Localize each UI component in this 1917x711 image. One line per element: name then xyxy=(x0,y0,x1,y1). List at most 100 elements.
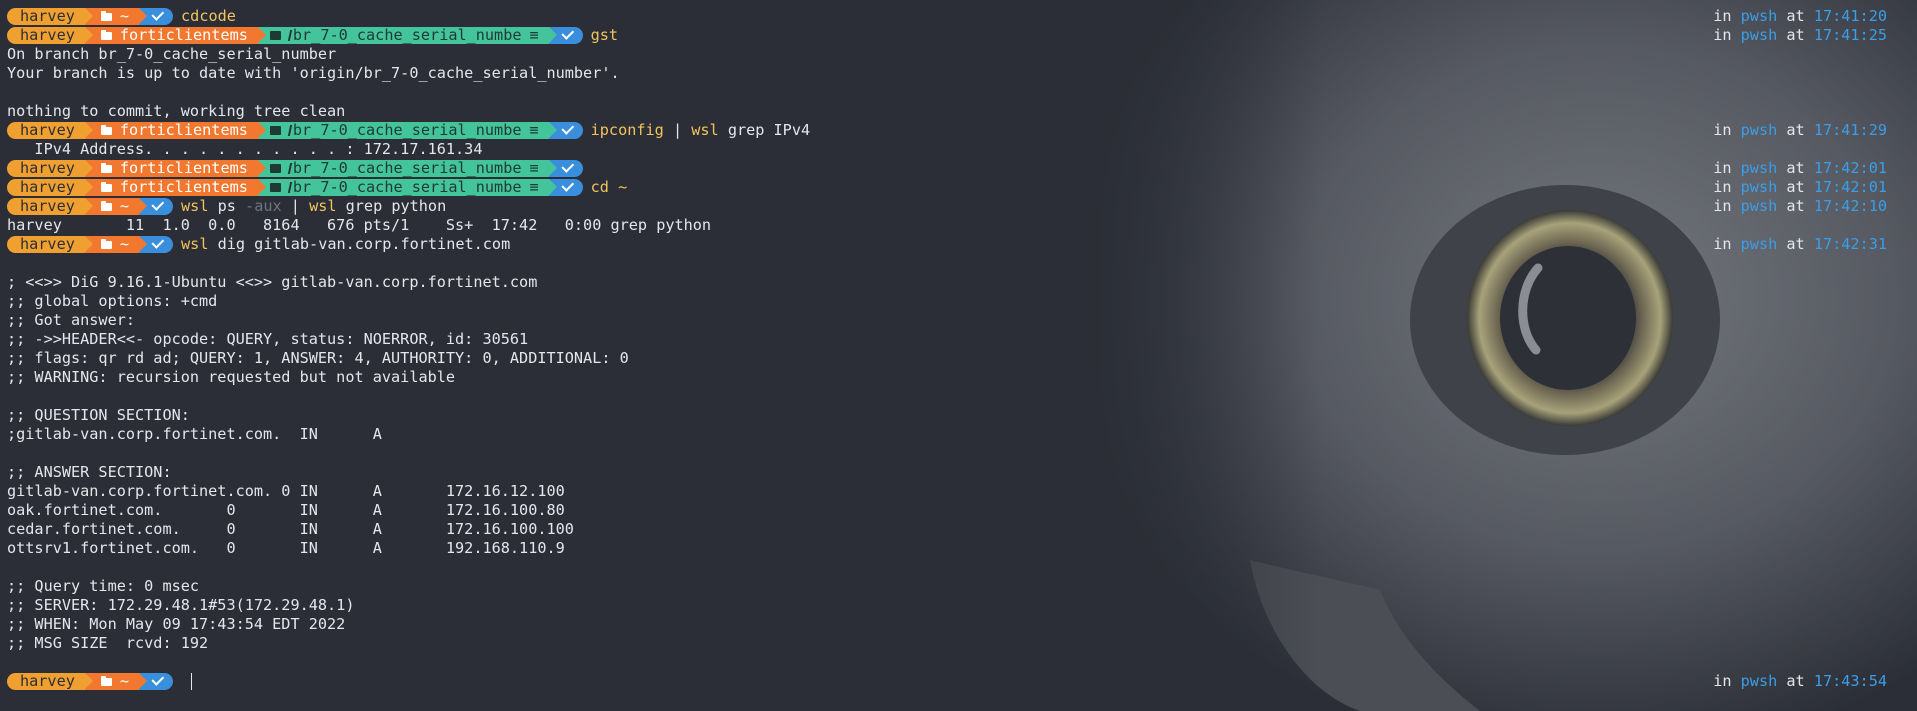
prompt-path-label: ~ xyxy=(119,197,130,215)
prompt-git-segment: br_7-0_cache_serial_numbe ≡ xyxy=(257,159,557,177)
rprompt-in-label: in xyxy=(1713,197,1732,215)
segment-separator xyxy=(139,673,148,689)
prompt-line: harvey ~ in pwsh at 17:43:54 xyxy=(7,672,1887,691)
rprompt-at-label: at xyxy=(1786,121,1805,139)
segment-separator xyxy=(84,236,93,252)
checkmark-icon xyxy=(561,122,574,135)
prompt-branch-label: br_7-0_cache_serial_numbe xyxy=(292,178,522,196)
rprompt-time: 17:41:25 xyxy=(1813,26,1887,44)
rprompt-at-label: at xyxy=(1786,672,1805,690)
branch-sync-status: ≡ xyxy=(529,159,539,177)
git-branch-icon xyxy=(287,163,293,174)
segment-separator xyxy=(548,122,557,138)
output-line: ottsrv1.fortinet.com. 0 IN A 192.168.110… xyxy=(7,539,565,557)
command-token: wsl xyxy=(181,197,209,215)
terminal-window[interactable]: harvey ~ cdcode in pwsh at 17:41:20 harvey fo… xyxy=(7,7,1887,691)
prompt-path-label: forticlientems xyxy=(119,26,248,44)
folder-icon xyxy=(100,124,112,135)
prompt-git-segment: br_7-0_cache_serial_numbe ≡ xyxy=(257,122,557,139)
prompt-path-segment: forticlientems xyxy=(84,159,266,177)
segment-separator xyxy=(84,179,93,195)
folder-icon xyxy=(100,29,112,40)
prompt-user-segment: harvey xyxy=(7,8,93,25)
prompt-user-label: harvey xyxy=(20,235,75,253)
command-token: | xyxy=(281,197,310,215)
git-branch-icon xyxy=(287,125,293,136)
prompt-user-segment: harvey xyxy=(7,198,93,215)
prompt-user-label: harvey xyxy=(20,672,75,690)
git-branch-icon xyxy=(287,182,293,193)
segment-separator xyxy=(257,27,266,43)
prompt-git-segment: br_7-0_cache_serial_numbe ≡ xyxy=(257,26,557,44)
segment-separator xyxy=(139,8,148,24)
output-line: nothing to commit, working tree clean xyxy=(7,102,346,120)
prompt-path-segment: ~ xyxy=(84,236,148,253)
rprompt-shell: pwsh xyxy=(1740,159,1778,177)
segment-separator xyxy=(84,27,93,43)
prompt-user-segment: harvey xyxy=(7,26,93,44)
git-repo-icon xyxy=(269,31,281,40)
segment-separator xyxy=(257,160,266,176)
prompt-branch-label: br_7-0_cache_serial_numbe xyxy=(292,159,522,177)
right-prompt: in pwsh at 17:43:54 xyxy=(1713,672,1887,691)
output-line: On branch br_7-0_cache_serial_number xyxy=(7,45,337,63)
rprompt-time: 17:42:01 xyxy=(1813,159,1887,177)
rprompt-shell: pwsh xyxy=(1740,178,1778,196)
output-line: gitlab-van.corp.fortinet.com. 0 IN A 172… xyxy=(7,482,565,500)
output-line: ;; ->>HEADER<<- opcode: QUERY, status: N… xyxy=(7,330,529,348)
checkmark-icon xyxy=(151,198,165,211)
prompt-git-segment: br_7-0_cache_serial_numbe ≡ xyxy=(257,178,557,196)
folder-icon xyxy=(100,162,112,173)
right-prompt: in pwsh at 17:41:29 xyxy=(1713,121,1887,140)
right-prompt: in pwsh at 17:42:31 xyxy=(1713,235,1887,254)
command-token: wsl xyxy=(181,235,209,253)
output-line: ;; Query time: 0 msec xyxy=(7,577,200,595)
command-text: gst xyxy=(591,26,618,45)
output-line: ;; global options: +cmd xyxy=(7,292,218,310)
rprompt-shell: pwsh xyxy=(1740,7,1778,25)
text-cursor[interactable] xyxy=(191,673,193,690)
rprompt-at-label: at xyxy=(1786,159,1805,177)
prompt-branch-label: br_7-0_cache_serial_numbe xyxy=(292,26,522,44)
rprompt-shell: pwsh xyxy=(1740,672,1778,690)
checkmark-icon xyxy=(151,673,165,686)
rprompt-time: 17:43:54 xyxy=(1813,672,1887,690)
output-line: Your branch is up to date with 'origin/b… xyxy=(7,64,620,82)
segment-separator xyxy=(257,122,266,138)
prompt-user-segment: harvey xyxy=(7,235,93,253)
rprompt-in-label: in xyxy=(1713,159,1732,177)
prompt-line: harvey forticlientems br_7-0_cache_serial_… xyxy=(7,121,1887,140)
rprompt-at-label: at xyxy=(1786,178,1805,196)
rprompt-time: 17:41:29 xyxy=(1813,121,1887,139)
prompt-path-label: forticlientems xyxy=(119,121,248,139)
command-text: wsl dig gitlab-van.corp.fortinet.com xyxy=(181,235,510,254)
prompt-path-label: forticlientems xyxy=(119,178,248,196)
checkmark-icon xyxy=(151,236,165,249)
branch-sync-status: ≡ xyxy=(529,26,539,44)
output-line: ;; WARNING: recursion requested but not … xyxy=(7,368,456,386)
command-token: -aux xyxy=(245,197,282,215)
segment-separator xyxy=(84,8,93,24)
prompt-path-segment: forticlientems xyxy=(84,121,266,139)
right-prompt: in pwsh at 17:42:01 xyxy=(1713,178,1887,197)
prompt-user-label: harvey xyxy=(20,26,75,44)
prompt-path-segment: ~ xyxy=(84,673,148,690)
prompt-path-segment: forticlientems xyxy=(84,178,266,196)
checkmark-icon xyxy=(561,27,574,40)
output-line: IPv4 Address. . . . . . . . . . . : 172.… xyxy=(7,140,483,158)
prompt-line: harvey ~ wsl dig gitlab-van.corp.fortinet.… xyxy=(7,235,1887,254)
rprompt-in-label: in xyxy=(1713,121,1732,139)
git-repo-icon xyxy=(269,126,281,135)
right-prompt: in pwsh at 17:42:01 xyxy=(1713,159,1887,178)
rprompt-shell: pwsh xyxy=(1740,121,1778,139)
output-line: ;; ANSWER SECTION: xyxy=(7,463,172,481)
segment-separator xyxy=(84,160,93,176)
rprompt-time: 17:42:10 xyxy=(1813,197,1887,215)
segment-separator xyxy=(548,27,557,43)
rprompt-at-label: at xyxy=(1786,235,1805,253)
command-text: wsl ps -aux | wsl grep python xyxy=(181,197,446,216)
segment-separator xyxy=(84,122,93,138)
rprompt-shell: pwsh xyxy=(1740,197,1778,215)
prompt-path-label: forticlientems xyxy=(119,159,248,177)
